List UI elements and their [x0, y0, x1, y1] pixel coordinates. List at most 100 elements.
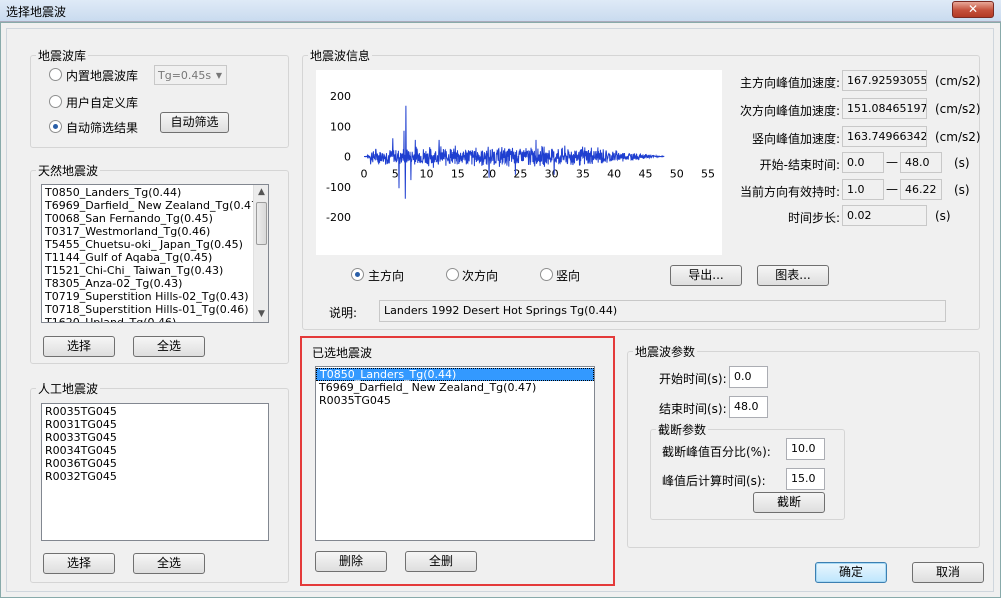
natural-select-all-button[interactable]: 全选 [133, 336, 205, 357]
radio-user-library-label: 用户自定义库 [66, 96, 139, 110]
radio-builtin-library[interactable] [49, 68, 62, 81]
chosen-list[interactable]: T0850_Landers_Tg(0.44) T6969_Darfield_ Ne… [315, 366, 595, 541]
natural-select-button[interactable]: 选择 [43, 336, 115, 357]
library-group-title: 地震波库 [36, 47, 89, 64]
list-item[interactable]: R0031TG045 [42, 418, 268, 431]
duration-dash: — [886, 182, 898, 196]
scrollbar-thumb[interactable] [256, 202, 267, 245]
x-tick-label: 5 [392, 168, 399, 181]
natural-group-title: 天然地震波 [36, 162, 101, 179]
list-item[interactable]: T8305_Anza-02_Tg(0.43) [42, 277, 268, 290]
duration-label: 当前方向有效持时: [739, 185, 840, 199]
artificial-group-title: 人工地震波 [36, 380, 101, 397]
x-tick-label: 40 [607, 168, 621, 181]
list-item[interactable]: R0033TG045 [42, 431, 268, 444]
start-end-unit: (s) [954, 156, 970, 170]
sec-peak-unit: (cm/s2) [935, 102, 981, 116]
main-peak-value: 167.925930556 [842, 70, 927, 91]
delete-button[interactable]: 删除 [315, 551, 387, 572]
start-time-input[interactable]: 0.0 [729, 366, 768, 388]
x-tick-label: 55 [701, 168, 715, 181]
title-bar [0, 0, 1001, 22]
radio-user-library[interactable] [49, 95, 62, 108]
radio-auto-filter-label: 自动筛选结果 [66, 121, 139, 135]
duration-start: 1.0 [842, 179, 884, 200]
end-time-label: 结束时间(s): [659, 402, 727, 416]
list-item[interactable]: T5455_Chuetsu-oki_ Japan_Tg(0.45) [42, 238, 268, 251]
close-button[interactable]: ✕ [952, 1, 994, 18]
list-item[interactable]: R0035TG045 [316, 394, 594, 407]
list-item[interactable]: R0036TG045 [42, 457, 268, 470]
list-item[interactable]: T1620_Upland_Tg(0.46) [42, 316, 268, 322]
list-item[interactable]: T1144_Gulf of Aqaba_Tg(0.45) [42, 251, 268, 264]
main-peak-unit: (cm/s2) [935, 74, 981, 88]
vert-peak-unit: (cm/s2) [935, 130, 981, 144]
radio-dir-second-label: 次方向 [462, 269, 499, 283]
x-tick-label: 15 [451, 168, 465, 181]
list-item[interactable]: T0850_Landers_Tg(0.44) [316, 368, 594, 381]
y-tick-label: -200 [326, 211, 351, 224]
truncate-group-title: 截断参数 [656, 421, 709, 438]
start-end-label: 开始-结束时间: [759, 158, 840, 172]
after-peak-input[interactable]: 15.0 [786, 468, 825, 490]
ok-button[interactable]: 确定 [815, 562, 887, 583]
end-time-input[interactable]: 48.0 [729, 396, 768, 418]
list-item[interactable]: T0719_Superstition Hills-02_Tg(0.43) [42, 290, 268, 303]
info-group-title: 地震波信息 [308, 47, 373, 64]
scroll-up-icon[interactable]: ▲ [255, 186, 268, 199]
natural-list-scrollbar[interactable]: ▲ ▼ [253, 185, 268, 322]
scroll-down-icon[interactable]: ▼ [255, 308, 268, 321]
list-item[interactable]: R0035TG045 [42, 405, 268, 418]
tg-select: Tg=0.45s ▼ [154, 65, 227, 85]
radio-dir-vertical[interactable] [540, 268, 553, 281]
cancel-button[interactable]: 取消 [912, 562, 984, 583]
list-item[interactable]: T6969_Darfield_ New Zealand_Tg(0.47) [42, 199, 268, 212]
start-end-start: 0.0 [842, 152, 884, 173]
x-tick-label: 35 [576, 168, 590, 181]
chosen-group-title: 已选地震波 [312, 346, 373, 360]
y-tick-label: 0 [344, 151, 351, 164]
vert-peak-value: 163.749663422 [842, 126, 927, 147]
natural-list[interactable]: T0850_Landers_Tg(0.44) T6969_Darfield_ Ne… [41, 184, 269, 323]
truncate-button[interactable]: 截断 [753, 492, 825, 513]
list-item[interactable]: R0034TG045 [42, 444, 268, 457]
x-tick-label: 50 [670, 168, 684, 181]
step-value: 0.02 [842, 205, 927, 226]
list-item[interactable]: T0317_Westmorland_Tg(0.46) [42, 225, 268, 238]
description-label: 说明: [329, 306, 358, 320]
delete-all-button[interactable]: 全删 [405, 551, 477, 572]
radio-dir-main[interactable] [351, 268, 364, 281]
truncate-pct-label: 截断峰值百分比(%): [662, 445, 771, 459]
list-item[interactable]: T0068_San Fernando_Tg(0.45) [42, 212, 268, 225]
y-tick-label: 200 [330, 90, 351, 103]
list-item[interactable]: T0850_Landers_Tg(0.44) [42, 186, 268, 199]
list-item[interactable]: T0718_Superstition Hills-01_Tg(0.46) [42, 303, 268, 316]
truncate-pct-input[interactable]: 10.0 [786, 438, 825, 460]
x-tick-label: 10 [420, 168, 434, 181]
auto-filter-button[interactable]: 自动筛选 [160, 112, 229, 133]
artificial-select-all-button[interactable]: 全选 [133, 553, 205, 574]
after-peak-label: 峰值后计算时间(s): [662, 474, 766, 488]
main-peak-label: 主方向峰值加速度: [739, 76, 840, 90]
start-end-end: 48.0 [900, 152, 942, 173]
list-item[interactable]: R0032TG045 [42, 470, 268, 483]
list-item[interactable]: T1521_Chi-Chi_ Taiwan_Tg(0.43) [42, 264, 268, 277]
artificial-select-button[interactable]: 选择 [43, 553, 115, 574]
radio-dir-second[interactable] [446, 268, 459, 281]
export-button[interactable]: 导出... [670, 265, 742, 286]
sec-peak-label: 次方向峰值加速度: [739, 104, 840, 118]
radio-auto-filter[interactable] [49, 120, 62, 133]
y-tick-label: 100 [330, 120, 351, 133]
window-title: 选择地震波 [6, 5, 67, 19]
radio-dir-vertical-label: 竖向 [556, 269, 581, 283]
radio-dir-main-label: 主方向 [368, 269, 405, 283]
chart-button[interactable]: 图表... [757, 265, 829, 286]
list-item[interactable]: T6969_Darfield_ New Zealand_Tg(0.47) [316, 381, 594, 394]
artificial-list[interactable]: R0035TG045 R0031TG045 R0033TG045 R0034TG045… [41, 403, 269, 541]
params-group-title: 地震波参数 [633, 343, 698, 360]
duration-unit: (s) [954, 183, 970, 197]
y-tick-label: -100 [326, 181, 351, 194]
x-tick-label: 45 [638, 168, 652, 181]
step-unit: (s) [935, 209, 951, 223]
start-time-label: 开始时间(s): [659, 372, 727, 386]
